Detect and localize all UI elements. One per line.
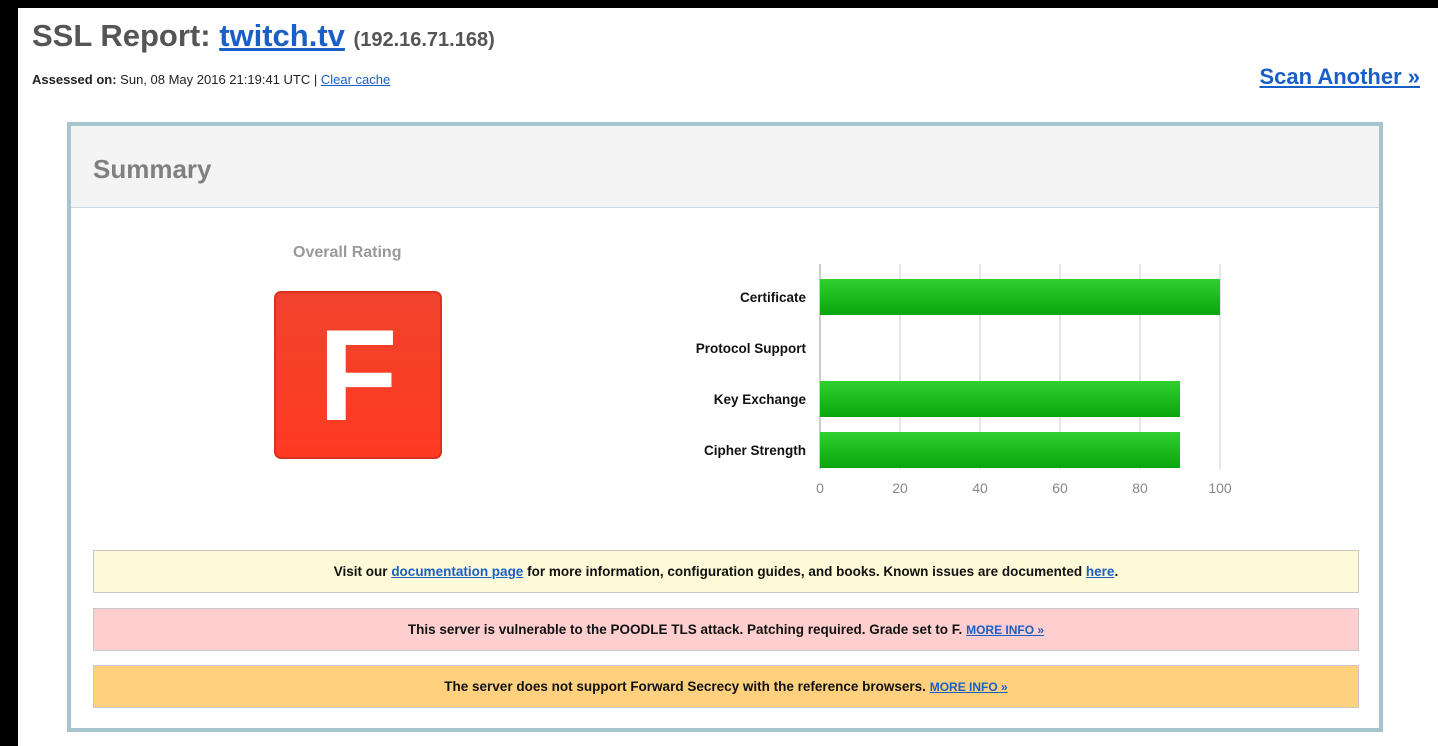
clear-cache-link[interactable]: Clear cache: [321, 72, 390, 87]
doc-text-pre: Visit our: [333, 564, 388, 579]
x-tick-label: 20: [892, 480, 908, 496]
bar: [820, 432, 1180, 468]
fs-text: The server does not support Forward Secr…: [444, 679, 926, 694]
poodle-more-info-link[interactable]: MORE INFO »: [966, 623, 1044, 637]
known-issues-link[interactable]: here: [1086, 564, 1115, 579]
category-label: Certificate: [740, 290, 807, 305]
assessed-label: Assessed on:: [32, 72, 117, 87]
rating-chart-svg: 0 20 40 60 80 100 Certificate Protocol Support K…: [696, 264, 1232, 496]
assessed-value: Sun, 08 May 2016 21:19:41 UTC |: [120, 72, 318, 87]
documentation-notice: Visit our documentation page for more in…: [93, 550, 1359, 593]
grade-badge: F: [274, 291, 442, 459]
title-prefix: SSL Report:: [32, 18, 211, 53]
rating-chart: 0 20 40 60 80 100 Certificate Protocol Support K…: [631, 264, 1251, 514]
documentation-page-link[interactable]: documentation page: [391, 564, 523, 579]
poodle-warning: This server is vulnerable to the POODLE …: [93, 608, 1359, 651]
x-tick-label: 0: [816, 480, 824, 496]
summary-title: Summary: [93, 154, 212, 184]
forward-secrecy-warning: The server does not support Forward Secr…: [93, 665, 1359, 708]
doc-text-post: .: [1114, 564, 1119, 579]
x-tick-label: 60: [1052, 480, 1068, 496]
doc-text-mid: for more information, configuration guid…: [527, 564, 1083, 579]
summary-header: Summary: [71, 126, 1379, 208]
category-label: Protocol Support: [696, 341, 807, 356]
category-label: Key Exchange: [714, 392, 807, 407]
bar: [820, 381, 1180, 417]
page: SSL Report: twitch.tv (192.16.71.168) As…: [18, 8, 1438, 746]
x-tick-label: 100: [1208, 480, 1232, 496]
category-label: Cipher Strength: [704, 443, 806, 458]
fs-more-info-link[interactable]: MORE INFO »: [930, 680, 1008, 694]
x-tick-label: 80: [1132, 480, 1148, 496]
scan-another-link[interactable]: Scan Another »: [1259, 64, 1420, 90]
page-title: SSL Report: twitch.tv (192.16.71.168): [32, 18, 495, 54]
assessed-line: Assessed on: Sun, 08 May 2016 21:19:41 U…: [32, 72, 390, 87]
x-tick-label: 40: [972, 480, 988, 496]
overall-rating-label: Overall Rating: [293, 244, 402, 261]
bar: [820, 279, 1220, 315]
summary-panel: Summary Overall Rating F 0 20 40 60 80 100 Cer…: [67, 122, 1383, 732]
domain-link[interactable]: twitch.tv: [219, 18, 345, 53]
ip-address: (192.16.71.168): [353, 29, 495, 51]
poodle-text: This server is vulnerable to the POODLE …: [407, 622, 963, 637]
